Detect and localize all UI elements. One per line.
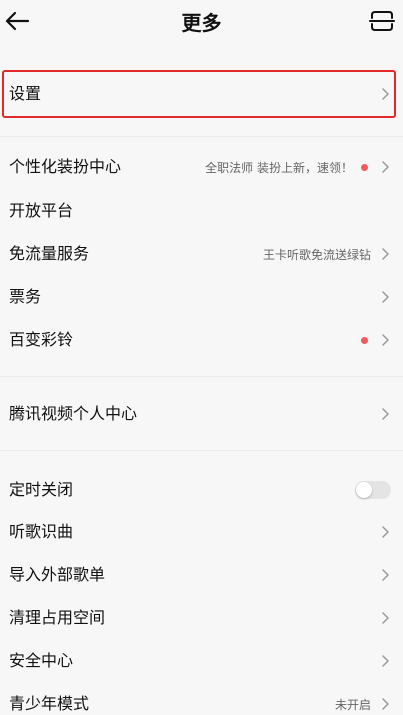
chevron-right-icon: [379, 698, 391, 710]
list-item-sleep-timer[interactable]: 定时关闭: [0, 470, 403, 510]
item-label: 开放平台: [9, 201, 74, 220]
list-item-song-recognition[interactable]: 听歌识曲: [0, 512, 403, 552]
chevron-right-icon: [379, 526, 391, 538]
chevron-right-icon: [379, 291, 391, 303]
list-item-personalize[interactable]: 个性化装扮中心 全职法师 装扮上新，速领！: [0, 147, 403, 187]
item-label: 清理占用空间: [9, 608, 106, 627]
list-item-open-platform[interactable]: 开放平台: [0, 191, 403, 231]
section-divider: [0, 136, 403, 137]
top-bar: 更多: [0, 0, 403, 46]
scan-button[interactable]: [365, 8, 399, 38]
item-note: 王卡听歌免流送绿钻: [262, 247, 371, 262]
chevron-right-icon: [379, 612, 391, 624]
scan-icon: [369, 9, 395, 37]
sleep-timer-toggle[interactable]: [355, 481, 391, 499]
more-page: 更多 设置 个性化装扮中心 全职法师 装扮上新，速领！ 开放平台 免流量服务 王…: [0, 0, 403, 715]
chevron-right-icon: [379, 161, 391, 173]
item-label: 导入外部歌单: [9, 565, 106, 584]
item-label: 定时关闭: [9, 480, 74, 499]
item-note: 全职法师 装扮上新，速领！: [205, 160, 353, 175]
red-dot-badge: [361, 163, 368, 171]
chevron-right-icon: [379, 655, 391, 667]
list-item-tickets[interactable]: 票务: [0, 277, 403, 317]
list-item-import-playlist[interactable]: 导入外部歌单: [0, 555, 403, 595]
settings-label: 设置: [9, 84, 42, 103]
settings-row[interactable]: 设置: [0, 72, 403, 116]
list-item-ringtone[interactable]: 百变彩铃: [0, 320, 403, 360]
chevron-right-icon: [379, 569, 391, 581]
item-label: 青少年模式: [9, 694, 90, 713]
list-item-free-data[interactable]: 免流量服务 王卡听歌免流送绿钻: [0, 234, 403, 274]
chevron-right-icon: [379, 408, 391, 420]
item-label: 百变彩铃: [9, 330, 74, 349]
page-title: 更多: [181, 11, 222, 35]
toggle-knob: [356, 482, 372, 498]
section-divider: [0, 450, 403, 451]
section-divider: [0, 376, 403, 377]
list-item-clear-storage[interactable]: 清理占用空间: [0, 598, 403, 638]
item-label: 票务: [9, 287, 42, 306]
list-item-teen-mode[interactable]: 青少年模式 未开启: [0, 684, 403, 715]
item-label: 腾讯视频个人中心: [9, 404, 138, 423]
red-dot-badge: [361, 336, 368, 344]
item-label: 听歌识曲: [9, 522, 74, 541]
list-item-tencent-video[interactable]: 腾讯视频个人中心: [0, 394, 403, 434]
item-label: 个性化装扮中心: [9, 157, 122, 176]
list-item-security-center[interactable]: 安全中心: [0, 641, 403, 681]
item-label: 免流量服务: [9, 244, 90, 263]
chevron-right-icon: [379, 334, 391, 346]
item-label: 安全中心: [9, 651, 74, 670]
chevron-right-icon: [379, 88, 391, 100]
item-note: 未开启: [334, 697, 371, 712]
chevron-right-icon: [379, 248, 391, 260]
